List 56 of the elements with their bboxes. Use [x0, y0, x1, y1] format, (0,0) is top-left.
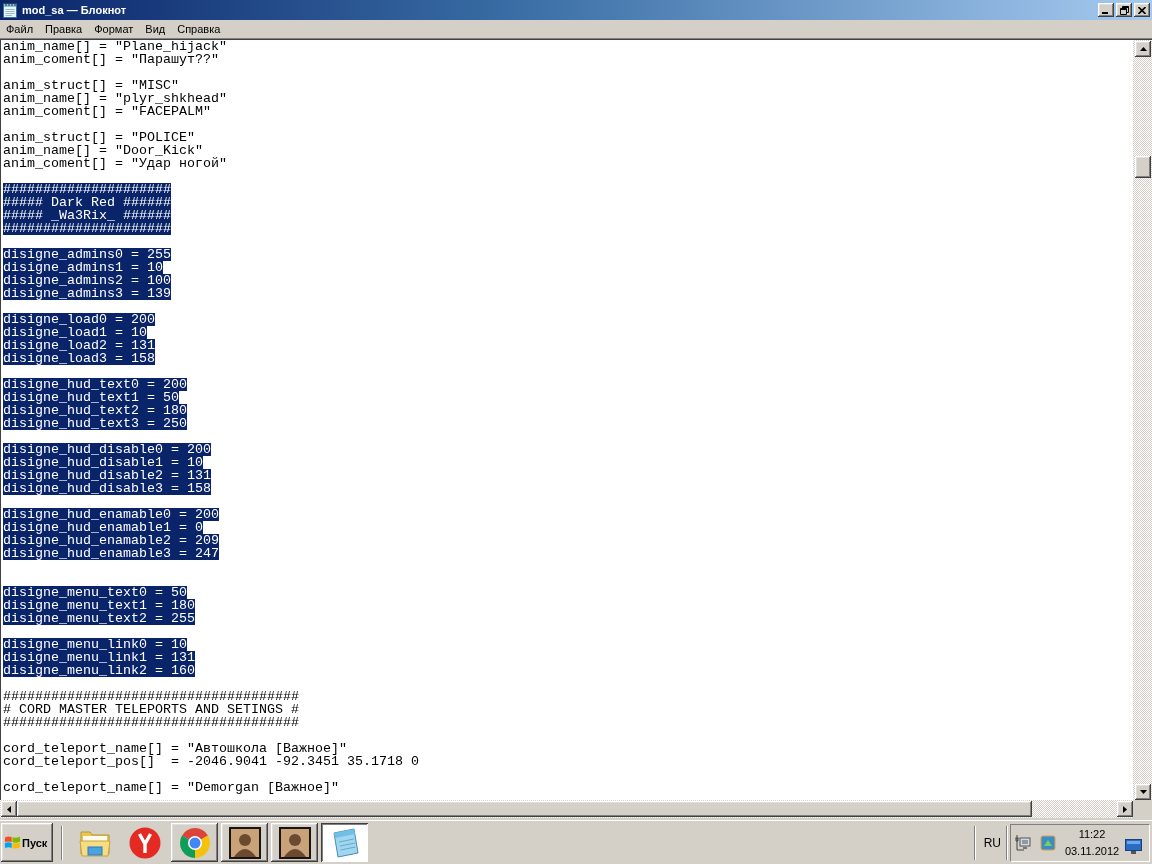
menu-item[interactable]: Справка — [171, 22, 227, 36]
close-icon — [1138, 6, 1146, 14]
restore-icon — [1119, 5, 1129, 15]
code-line: anim_struct[] = "POLICE" — [3, 131, 195, 144]
y-logo-icon — [128, 826, 161, 859]
taskbar-button[interactable] — [171, 823, 218, 862]
scroll-right-button[interactable] — [1117, 801, 1133, 817]
network-icon — [1015, 834, 1031, 851]
up-arrow-icon — [1139, 47, 1147, 51]
app-tile-icon — [1040, 834, 1056, 851]
code-line: anim_struct[] = "MISC" — [3, 79, 179, 92]
code-line: cord_teleport_name[] = "Автошкола [Важное]" — [3, 742, 347, 755]
scroll-left-button[interactable] — [1, 801, 17, 817]
code-line: anim_name[] = "plyr_shkhead" — [3, 92, 227, 105]
monitor-icon — [1125, 839, 1142, 854]
window-title: mod_sa — Блокнот — [22, 4, 128, 16]
menu-item[interactable]: Вид — [139, 22, 172, 36]
person-silhouette-icon — [228, 826, 261, 859]
notepad-icon — [3, 2, 17, 18]
menu-item[interactable]: Формат — [88, 22, 140, 36]
clock-date: 03.11.2012 — [1064, 844, 1120, 858]
down-arrow-icon — [1139, 790, 1147, 794]
scrollbar-thumb[interactable] — [1135, 156, 1151, 178]
taskbar-button[interactable] — [271, 823, 318, 862]
scroll-up-button[interactable] — [1135, 41, 1151, 57]
left-arrow-icon — [7, 805, 11, 813]
code-line: cord_teleport_pos[] = -2046.9041 -92.3451 35.1718 0 — [3, 755, 419, 768]
scroll-down-button[interactable] — [1135, 784, 1151, 800]
code-line: anim_name[] = "Door_Kick" — [3, 144, 203, 157]
code-line: anim_coment[] = "FACEPALM" — [3, 105, 211, 118]
code-line: ##################################### — [3, 690, 299, 703]
code-line: anim_coment[] = "Парашут??" — [3, 53, 219, 66]
code-line: # CORD MASTER TELEPORTS AND SETINGS # — [3, 703, 299, 716]
scrollbar-thumb[interactable] — [17, 801, 1032, 817]
restore-button[interactable] — [1116, 3, 1132, 17]
text-area[interactable] — [0, 40, 1133, 800]
code-line: ##################################### — [3, 716, 299, 729]
segmented-circle-icon — [178, 826, 211, 859]
person-silhouette-icon — [278, 826, 311, 859]
right-arrow-icon — [1123, 805, 1127, 813]
code-line: cord_teleport_name[] = "Demorgan [Важное]" — [3, 781, 339, 794]
minimize-icon — [1102, 12, 1108, 14]
code-line: anim_name[] = "Plane_hijack" — [3, 40, 227, 53]
minimize-button[interactable] — [1098, 3, 1114, 17]
windows-flag-icon — [4, 835, 21, 850]
menu-item[interactable]: Файл — [0, 22, 40, 36]
menu-item[interactable]: Правка — [39, 22, 89, 36]
horizontal-scrollbar[interactable] — [0, 800, 1133, 818]
code-line: anim_coment[] = "Удар ногой" — [3, 157, 227, 170]
close-button[interactable] — [1134, 3, 1150, 17]
taskbar-button[interactable] — [321, 823, 368, 862]
vertical-scrollbar[interactable] — [1133, 40, 1152, 800]
clock-time: 11:22 — [1078, 827, 1106, 841]
taskbar-button[interactable] — [221, 823, 268, 862]
language-indicator[interactable]: RU — [983, 835, 1001, 850]
start-button[interactable]: Пуск — [1, 823, 53, 862]
